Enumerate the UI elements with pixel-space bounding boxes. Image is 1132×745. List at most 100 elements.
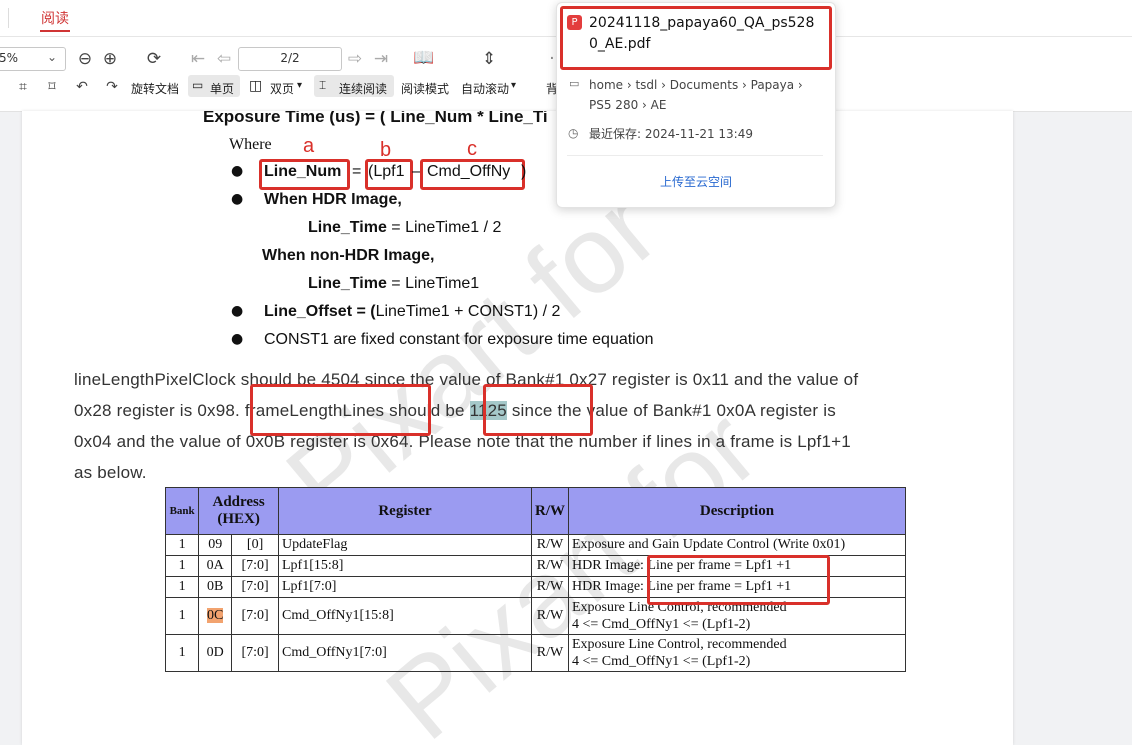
auto-scroll-button[interactable]: 自动滚动: [461, 80, 509, 97]
reading-mode-button[interactable]: 阅读模式: [401, 80, 449, 97]
document-page: Pixart for Pixart for Exposure Time (us)…: [22, 111, 1013, 745]
chevron-down-icon[interactable]: ▾: [297, 80, 302, 91]
single-page-icon: ▭: [192, 78, 204, 92]
rotate-document-button[interactable]: 旋转文档: [131, 80, 179, 97]
upload-to-cloud-link[interactable]: 上传至云空间: [557, 173, 835, 190]
line-offset-line: Line_Offset = (LineTime1 + CONST1) / 2: [264, 303, 560, 321]
paragraph-line-1: lineLengthPixelClock should be 4504 sinc…: [74, 370, 859, 389]
highlight-box-1125: [483, 384, 593, 436]
cell-addr: 09: [198, 534, 233, 556]
table-row: 1 09 [0] UpdateFlag R/W Exposure and Gai…: [164, 534, 906, 556]
cell-rw: R/W: [531, 576, 569, 598]
cell-bits: [7:0]: [231, 634, 279, 672]
formula-line: Exposure Time (us) = ( Line_Num * Line_T…: [203, 111, 548, 126]
cell-addr-highlight: 0C: [207, 608, 224, 623]
cell-register: Cmd_OffNy1[15:8]: [278, 597, 532, 635]
cell-rw: R/W: [531, 534, 569, 556]
tab-active-indicator: [40, 30, 70, 32]
nonhdr-line-time: Line_Time = LineTime1: [308, 275, 479, 293]
fit-page-icon[interactable]: ⌗: [12, 77, 34, 97]
cell-bits: [0]: [231, 534, 279, 556]
cell-rw: R/W: [531, 597, 569, 635]
redo-icon[interactable]: ↷: [101, 77, 123, 97]
line-num-term: Line_Num: [264, 163, 342, 180]
nonhdr-heading: When non-HDR Image,: [262, 247, 435, 264]
cell-bank: 1: [164, 597, 200, 635]
file-path: home › tsdl › Documents › Papaya › PS5 2…: [589, 78, 803, 112]
const1-line: CONST1 are fixed constant for exposure t…: [264, 331, 654, 348]
header-rw: R/W: [531, 487, 569, 535]
bullet-icon: ●: [231, 303, 244, 319]
double-page-icon: ◫: [249, 78, 263, 94]
zoom-in-icon[interactable]: ⊕: [99, 49, 121, 69]
cell-register: Lpf1[7:0]: [278, 576, 532, 598]
zoom-out-icon[interactable]: ⊖: [74, 49, 96, 69]
header-description: Description: [568, 487, 906, 535]
page-number-value: 2/2: [280, 51, 300, 65]
previous-page-icon[interactable]: ⇦: [213, 49, 235, 69]
book-icon[interactable]: 📖: [413, 48, 435, 68]
continuous-reading-button[interactable]: ⌶ 连续阅读: [314, 75, 394, 97]
header-bank: Bank: [164, 487, 200, 535]
line-offset-rest: LineTime1 + CONST1) / 2: [375, 303, 561, 320]
cell-bits: [7:0]: [231, 555, 279, 577]
nonhdr-line-time-rest: = LineTime1: [386, 275, 480, 292]
rotate-document-icon[interactable]: ⟳: [143, 49, 165, 69]
hdr-line-time: Line_Time = LineTime1 / 2: [308, 219, 501, 237]
header-address: Address (HEX): [198, 487, 279, 535]
next-page-icon[interactable]: ⇨: [344, 49, 366, 69]
cell-register: UpdateFlag: [278, 534, 532, 556]
last-page-icon[interactable]: ⇥: [370, 49, 392, 69]
cell-bank: 1: [164, 634, 200, 672]
label-a: a: [303, 135, 315, 157]
lpf1-term: (Lpf1: [368, 163, 405, 180]
cell-description: Exposure and Gain Update Control (Write …: [568, 534, 906, 556]
cell-bits: [7:0]: [231, 576, 279, 598]
cell-description: Exposure Line Control, recommended 4 <= C…: [568, 634, 906, 672]
bullet-icon: ●: [231, 191, 244, 207]
bookmark-icon[interactable]: ⌑: [41, 77, 63, 97]
single-page-label: 单页: [210, 82, 235, 96]
table-row: 1 0D [7:0] Cmd_OffNy1[7:0] R/W Exposure …: [164, 634, 906, 672]
divider: [567, 155, 823, 156]
cell-register: Cmd_OffNy1[7:0]: [278, 634, 532, 672]
hdr-heading: When HDR Image,: [264, 191, 402, 208]
highlight-box-line-per-frame: [647, 555, 830, 605]
cell-bank: 1: [164, 555, 200, 577]
cell-register: Lpf1[15:8]: [278, 555, 532, 577]
chevron-down-icon: ⌄: [47, 50, 58, 64]
auto-scroll-icon[interactable]: ⇕: [478, 49, 500, 69]
continuous-icon: ⌶: [319, 78, 327, 92]
cell-bank: 1: [164, 534, 200, 556]
equals-sign: =: [352, 163, 362, 180]
cell-description-line-2: 4 <= Cmd_OffNy1 <= (Lpf1-2): [572, 654, 751, 669]
cell-addr: 0B: [198, 576, 233, 598]
cell-bank: 1: [164, 576, 200, 598]
cell-addr: 0A: [198, 555, 233, 577]
tab-read[interactable]: 阅读: [41, 8, 69, 28]
close-paren: ): [521, 163, 527, 180]
continuous-label: 连续阅读: [339, 82, 388, 96]
clock-icon: ◷: [568, 126, 579, 140]
computer-icon: ▭: [569, 77, 580, 90]
cell-rw: R/W: [531, 555, 569, 577]
tab-separator: [8, 8, 9, 28]
cell-rw: R/W: [531, 634, 569, 672]
single-page-button[interactable]: ▭ 单页: [188, 75, 240, 97]
chevron-down-icon[interactable]: ▾: [511, 80, 516, 91]
nonhdr-line-time-bold: Line_Time: [308, 275, 387, 292]
hdr-line-time-rest: = LineTime1 / 2: [386, 219, 502, 236]
cell-description-line-1: Exposure Line Control, recommended: [572, 637, 787, 652]
bullet-icon: ●: [231, 163, 244, 179]
page-number-input[interactable]: 2/2: [238, 47, 342, 71]
cell-bits: [7:0]: [231, 597, 279, 635]
file-info-popup: P 20241118_papaya60_QA_ps5280_AE.pdf ▭ h…: [556, 2, 836, 208]
pdf-icon: P: [567, 15, 582, 30]
paragraph-line-3: 0x04 and the value of 0x0B register is 0…: [74, 432, 851, 451]
first-page-icon[interactable]: ⇤: [187, 49, 209, 69]
undo-icon[interactable]: ↶: [71, 77, 93, 97]
zoom-select[interactable]: 5% ⌄: [0, 47, 66, 71]
header-register: Register: [278, 487, 532, 535]
highlight-box-framelength: [250, 384, 431, 436]
double-page-button[interactable]: 双页: [270, 80, 294, 97]
